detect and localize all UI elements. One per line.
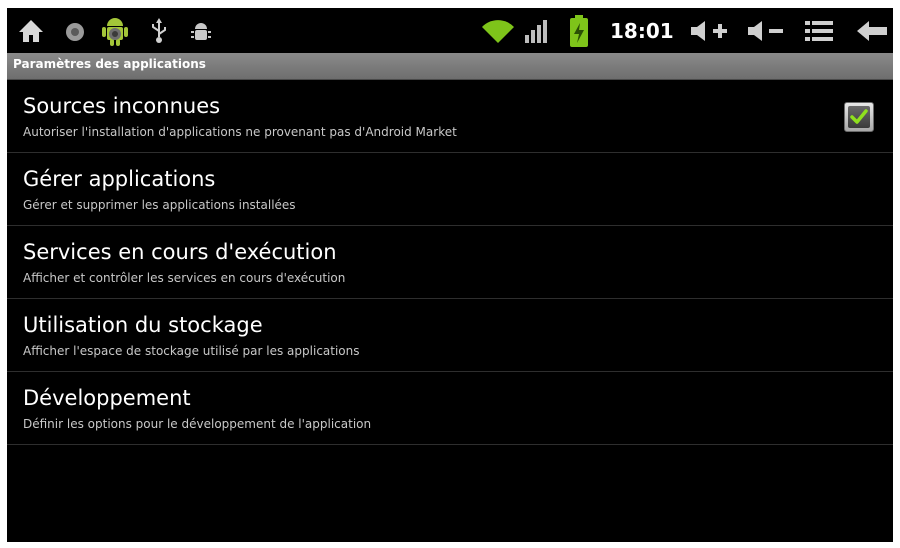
pref-title: Utilisation du stockage (23, 313, 263, 337)
debug-bug-icon (189, 19, 213, 47)
pref-summary: Afficher et contrôler les services en co… (23, 271, 346, 285)
checkbox-fill (848, 106, 870, 128)
wifi-icon (481, 19, 515, 49)
android-icon (99, 14, 131, 52)
pref-manage-applications[interactable]: Gérer applications Gérer et supprimer le… (7, 153, 893, 226)
pref-summary: Afficher l'espace de stockage utilisé pa… (23, 344, 360, 358)
pref-title: Développement (23, 386, 191, 410)
preferences-list: Sources inconnues Autoriser l'installati… (7, 80, 893, 445)
clock: 18:01 (610, 19, 674, 43)
page-title: Paramètres des applications (13, 57, 206, 71)
volume-down-icon[interactable] (747, 19, 785, 47)
title-bar: Paramètres des applications (7, 53, 893, 80)
battery-charging-icon (569, 14, 589, 52)
pref-summary: Autoriser l'installation d'applications … (23, 125, 457, 139)
pref-unknown-sources[interactable]: Sources inconnues Autoriser l'installati… (7, 80, 893, 153)
check-icon (850, 109, 868, 124)
record-icon (65, 22, 85, 46)
pref-summary: Définir les options pour le développemen… (23, 417, 372, 431)
back-icon[interactable] (856, 19, 888, 47)
status-bar: 18:01 (7, 8, 893, 53)
pref-title: Gérer applications (23, 167, 216, 191)
pref-title: Services en cours d'exécution (23, 240, 337, 264)
android-screen: 18:01 Paramètres des applications Source… (7, 8, 893, 542)
pref-summary: Gérer et supprimer les applications inst… (23, 198, 296, 212)
unknown-sources-checkbox[interactable] (844, 102, 874, 132)
pref-running-services[interactable]: Services en cours d'exécution Afficher e… (7, 226, 893, 299)
home-icon[interactable] (17, 18, 45, 48)
signal-bars-icon (524, 18, 552, 48)
pref-title: Sources inconnues (23, 94, 221, 118)
volume-up-icon[interactable] (690, 19, 730, 47)
menu-icon[interactable] (804, 19, 834, 47)
pref-development[interactable]: Développement Définir les options pour l… (7, 372, 893, 445)
usb-icon (149, 17, 169, 49)
pref-storage-use[interactable]: Utilisation du stockage Afficher l'espac… (7, 299, 893, 372)
